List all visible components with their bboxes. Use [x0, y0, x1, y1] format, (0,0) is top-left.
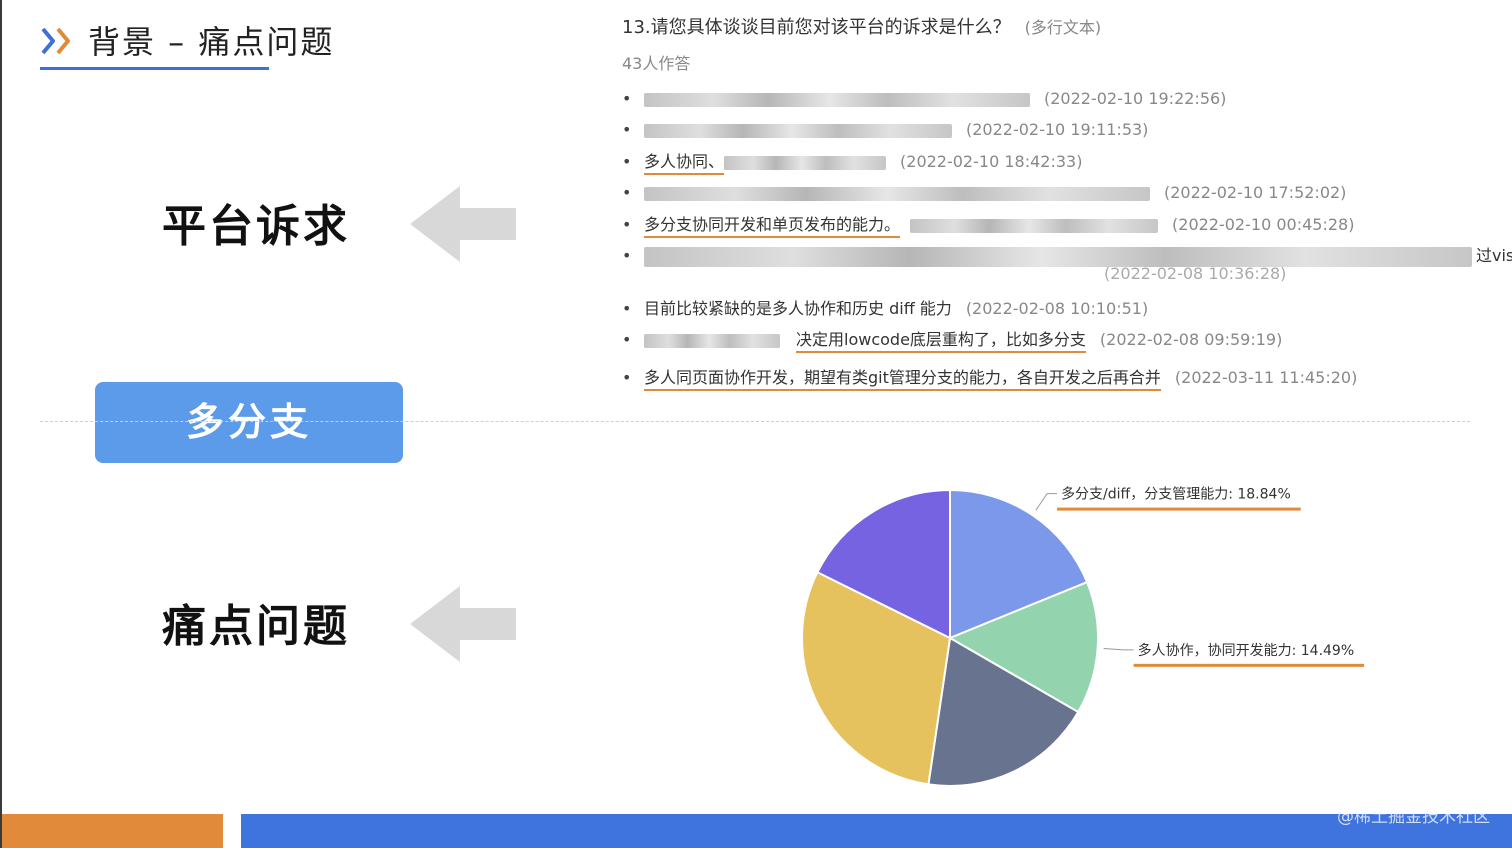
pie-slice-label: 多分支/diff，分支管理能力: 18.84% [1061, 486, 1291, 503]
response-time: (2022-02-10 19:11:53) [966, 120, 1149, 139]
section-divider [40, 421, 1470, 422]
response-time: (2022-02-08 10:10:51) [965, 299, 1149, 318]
response-item: • 多人同页面协作开发，期望有类git管理分支的能力，各自开发之后再合并 (2022… [622, 365, 1357, 391]
response-item: • 多分支协同开发和单页发布的能力。 (2022-02-10 00:45:28) [622, 212, 1354, 238]
response-time: (2022-02-10 00:45:28) [1172, 215, 1355, 234]
pie-chart: 多分支/diff，分支管理能力: 18.84% 多人协作，协同开发能力: 14.4… [801, 486, 1365, 787]
pie-leader-line [1035, 493, 1058, 511]
multi-branch-pill: 多分支 [95, 382, 403, 463]
arrow-left-icon [410, 186, 516, 262]
footer-blue-bar [241, 814, 1512, 848]
platform-demand-label: 平台诉求 [162, 201, 350, 252]
slide-title: 背景 – 痛点问题 [88, 23, 335, 61]
arrow-left-icon [410, 586, 516, 662]
response-time: (2022-03-11 11:45:20) [1174, 368, 1358, 387]
double-chevron-icon [41, 27, 70, 55]
title-underline [40, 67, 269, 70]
slide-header: 背景 – 痛点问题 [40, 22, 340, 72]
pie-slice-label: 多人协作，协同开发能力: 14.49% [1138, 642, 1355, 659]
response-item: • (2022-02-10 19:22:56) [622, 89, 1227, 108]
watermark: @稀土掘金技术社区 [1337, 807, 1490, 827]
response-text: 多人协同、 [644, 152, 725, 175]
label-highlight-underline [1057, 507, 1301, 511]
response-time: (2022-02-08 10:36:28) [1104, 264, 1287, 283]
answer-count: 43人作答 [622, 54, 691, 73]
footer-orange-bar [2, 814, 223, 848]
survey-question: 13.请您具体谈谈目前您对该平台的诉求是什么？ (多行文本) [622, 14, 1101, 42]
response-text: 决定用lowcode底层重构了，比如多分支 [796, 330, 1086, 353]
response-text: 多人同页面协作开发，期望有类git管理分支的能力，各自开发之后再合并 [644, 368, 1161, 391]
response-item: • 决定用lowcode底层重构了，比如多分支 (2022-02-08 09:59:… [622, 327, 1282, 353]
pie-leader-line [1103, 647, 1134, 651]
response-time: (2022-02-10 19:22:56) [1044, 89, 1227, 108]
question-type: (多行文本) [1024, 18, 1102, 37]
response-time: (2022-02-08 09:59:19) [1099, 330, 1283, 349]
response-item: • 目前比较紧缺的是多人协作和历史 diff 能力 (2022-02-08 10:1… [622, 299, 1149, 318]
response-text: 过visi [1476, 246, 1512, 265]
response-item: • (2022-02-10 17:52:02) [622, 183, 1347, 202]
response-item: •过visi (2022-02-08 10:36:28) [622, 243, 1512, 283]
response-item: • (2022-02-10 19:11:53) [622, 120, 1149, 139]
response-time: (2022-02-10 18:42:33) [900, 152, 1083, 171]
left-edge-border [0, 0, 2, 848]
response-item: • 多人协同、 (2022-02-10 18:42:33) [622, 149, 1082, 175]
response-time: (2022-02-10 17:52:02) [1164, 183, 1347, 202]
label-highlight-underline [1133, 663, 1365, 667]
response-text: 目前比较紧缺的是多人协作和历史 diff 能力 [644, 299, 952, 318]
question-text: 13.请您具体谈谈目前您对该平台的诉求是什么？ [622, 17, 1011, 38]
response-text: 多分支协同开发和单页发布的能力。 [644, 215, 901, 238]
pain-point-label: 痛点问题 [162, 601, 350, 652]
